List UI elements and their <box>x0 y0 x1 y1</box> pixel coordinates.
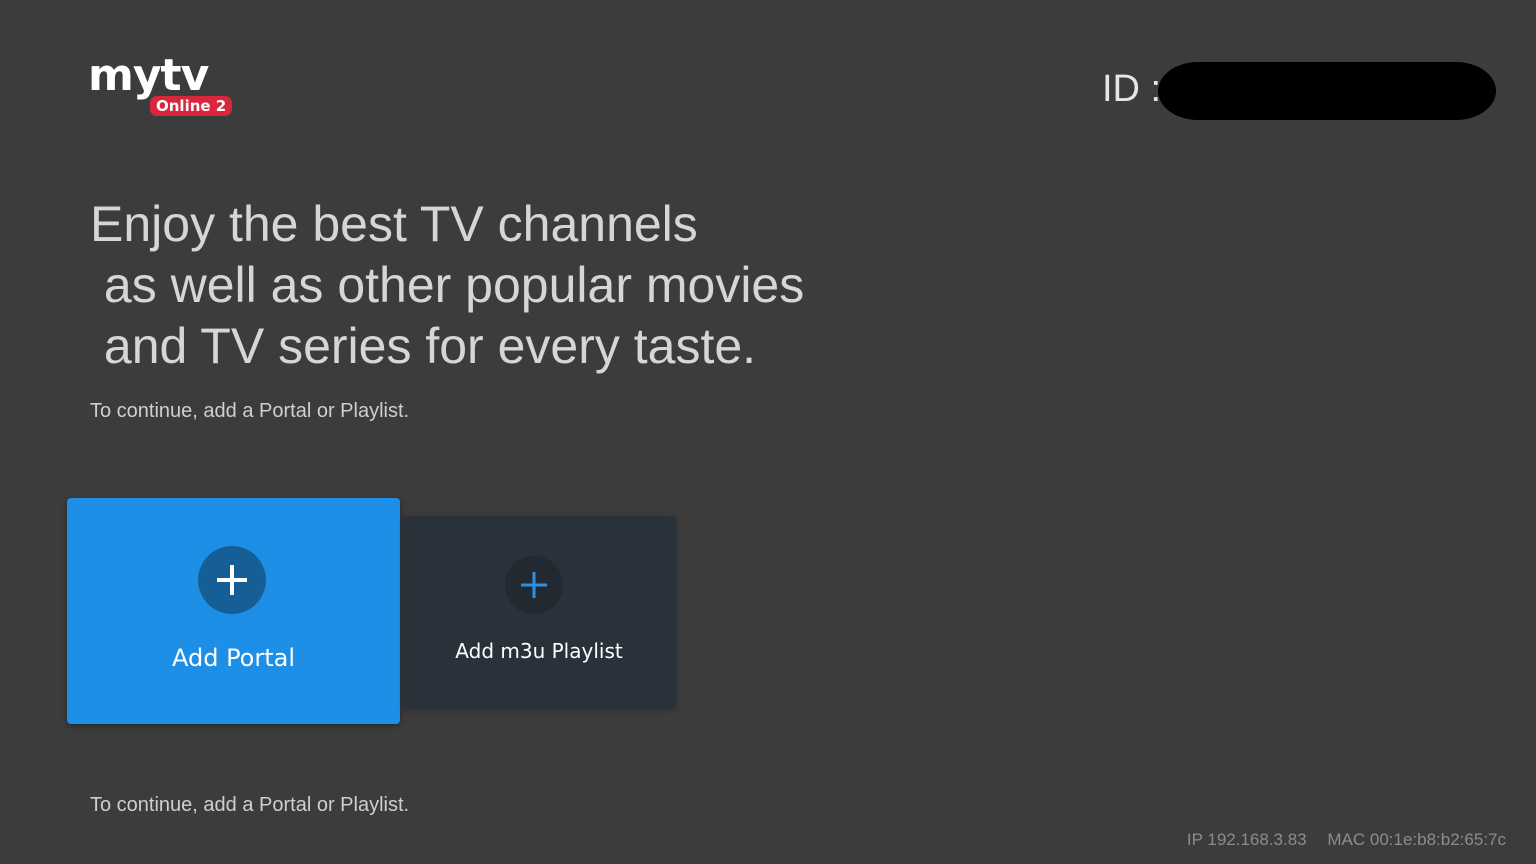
ip-address: IP 192.168.3.83 <box>1186 830 1307 849</box>
instruction-text-top: To continue, add a Portal or Playlist. <box>90 400 410 422</box>
network-info: IP 192.168.3.83 MAC 00:1e:b8:b2:65:7c <box>1187 829 1506 851</box>
redacted-id-mask <box>1158 62 1496 120</box>
add-portal-button[interactable]: Add Portal <box>67 498 400 724</box>
logo-badge: Online 2 <box>150 96 233 116</box>
device-id-label: ID : <box>1102 68 1162 110</box>
add-m3u-playlist-label: Add m3u Playlist <box>455 639 623 663</box>
add-m3u-playlist-button[interactable]: Add m3u Playlist <box>402 516 676 708</box>
home-screen: mytv Online 2 ID : Enjoy the best TV cha… <box>0 0 1536 864</box>
add-portal-label: Add Portal <box>171 644 296 672</box>
mac-address: MAC 00:1e:b8:b2:65:7c <box>1327 830 1506 849</box>
plus-icon <box>505 556 563 614</box>
mytv-logo: mytv Online 2 <box>88 50 238 120</box>
plus-icon <box>198 546 266 614</box>
logo-wordmark: mytv <box>88 50 209 101</box>
instruction-text-bottom: To continue, add a Portal or Playlist. <box>90 794 410 816</box>
device-id: ID : <box>1102 62 1502 120</box>
headline: Enjoy the best TV channels as well as ot… <box>90 196 805 374</box>
